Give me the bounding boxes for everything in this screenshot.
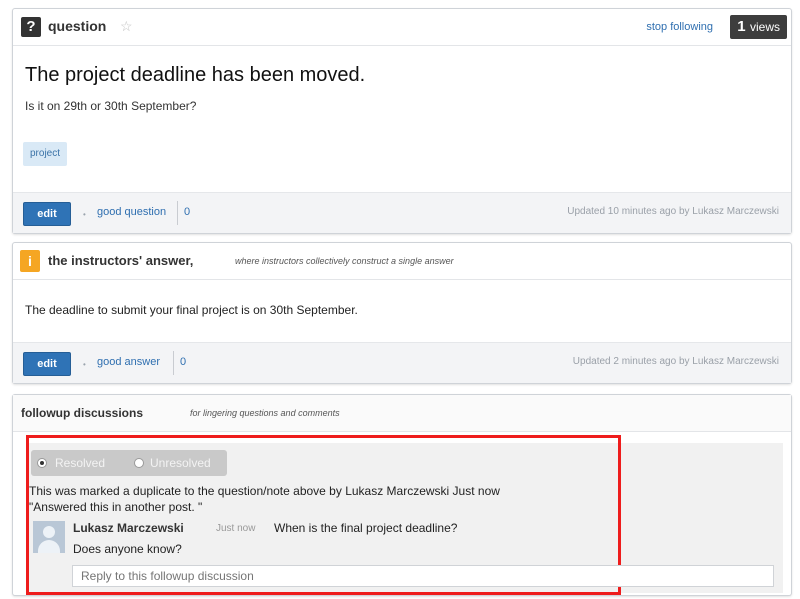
question-title: The project deadline has been moved.: [25, 64, 366, 86]
separator-dot: •: [83, 210, 86, 219]
star-icon[interactable]: ☆: [120, 18, 133, 35]
question-mark-icon: ?: [21, 17, 41, 37]
answer-title: the instructors' answer,: [48, 253, 194, 268]
duplicate-quote: "Answered this in another post. ": [29, 500, 203, 514]
question-header: ? question ☆ stop following 1 views: [13, 9, 791, 46]
avatar: [33, 521, 65, 553]
unresolved-radio[interactable]: [134, 458, 144, 468]
radio-selected-dot: [40, 461, 44, 465]
followup-title: followup discussions: [21, 406, 144, 420]
unresolved-label[interactable]: Unresolved: [150, 456, 211, 470]
followup-author: Lukasz Marczewski: [73, 521, 184, 535]
followup-message-line2: Does anyone know?: [73, 542, 182, 556]
good-answer-button[interactable]: good answer: [97, 356, 160, 368]
followup-time: Just now: [216, 523, 256, 534]
user-silhouette-head: [43, 526, 55, 538]
answer-card: i the instructors' answer, where instruc…: [12, 242, 792, 384]
vote-divider: [177, 201, 178, 225]
vote-divider: [173, 351, 174, 375]
views-count: 1: [737, 18, 746, 35]
post-type-label: question: [48, 18, 107, 34]
edit-question-button[interactable]: edit: [23, 202, 71, 226]
stop-following-link[interactable]: stop following: [646, 21, 713, 33]
good-question-count: 0: [184, 206, 191, 218]
good-answer-count: 0: [180, 356, 187, 368]
resolved-radio[interactable]: [37, 458, 47, 468]
info-icon: i: [20, 250, 40, 272]
views-label: views: [749, 20, 780, 34]
resolved-toggle: Resolved Unresolved: [31, 450, 227, 476]
reply-input[interactable]: [72, 565, 774, 587]
answer-body: The deadline to submit your final projec…: [25, 303, 358, 317]
followup-message: When is the final project deadline?: [274, 521, 458, 535]
separator-dot: •: [83, 360, 86, 369]
followup-subtitle: for lingering questions and comments: [190, 408, 340, 418]
question-card: ? question ☆ stop following 1 views The …: [12, 8, 792, 234]
tag-project[interactable]: project: [23, 142, 68, 166]
edit-answer-button[interactable]: edit: [23, 352, 71, 376]
followup-header: followup discussions for lingering quest…: [13, 395, 791, 432]
user-silhouette-body: [38, 540, 60, 553]
question-footer: edit • good question 0 Updated 10 minute…: [13, 192, 791, 233]
answer-header: i the instructors' answer, where instruc…: [13, 243, 791, 280]
question-body: Is it on 29th or 30th September?: [25, 99, 197, 113]
good-question-button[interactable]: good question: [97, 206, 166, 218]
answer-updated-text: Updated 2 minutes ago by Lukasz Marczews…: [572, 356, 779, 367]
views-badge: 1 views: [730, 15, 787, 39]
answer-footer: edit • good answer 0 Updated 2 minutes a…: [13, 342, 791, 383]
duplicate-note: This was marked a duplicate to the quest…: [29, 484, 500, 498]
resolved-label[interactable]: Resolved: [55, 456, 105, 470]
question-updated-text: Updated 10 minutes ago by Lukasz Marczew…: [567, 206, 779, 217]
answer-subtitle: where instructors collectively construct…: [235, 256, 454, 266]
